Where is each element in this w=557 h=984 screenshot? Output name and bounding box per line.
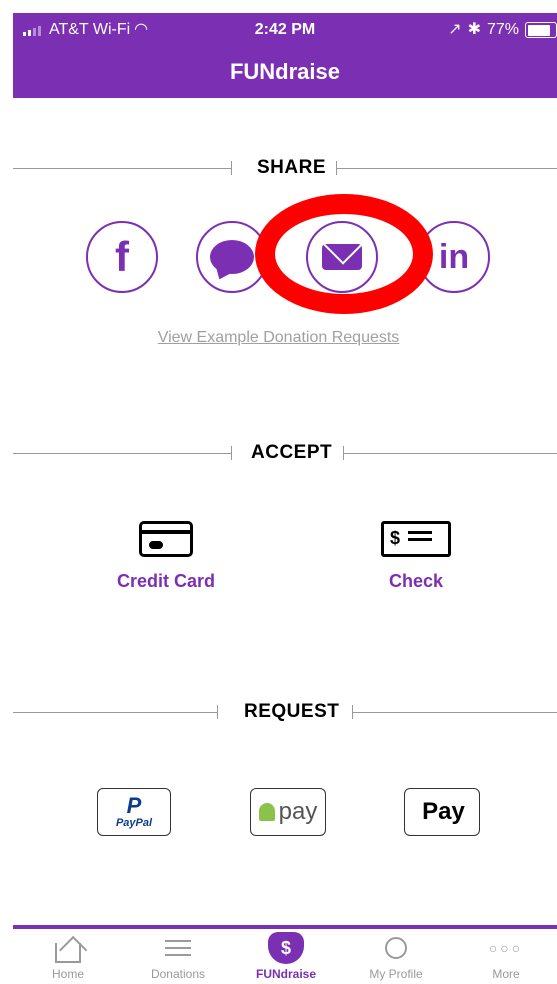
check-icon: $ [381,521,451,557]
paypal-badge[interactable]: P PayPal [97,788,171,836]
check-option[interactable]: $ Check [336,521,496,592]
check-lines [408,531,432,545]
divider-left [13,453,231,454]
location-icon: ↗ [448,21,462,38]
more-icon: ○○○ [488,940,524,956]
linkedin-icon: in [438,237,470,276]
battery-percent: 77% [486,21,519,38]
tab-bar: Home Donations $ FUNdraise My Profile ○○… [13,925,557,984]
tab-donations[interactable]: Donations [133,929,223,984]
divider-left [13,712,217,713]
tab-more-label: More [492,967,520,981]
share-header-label: SHARE [257,157,327,178]
dollar-sign: $ [390,528,401,548]
facebook-icon: f [115,233,129,280]
status-right: ↗ ✱ 77% [448,13,557,47]
divider-right [336,168,557,169]
credit-card-label: Credit Card [116,571,215,591]
battery-icon [525,22,557,38]
divider-tick [217,705,218,719]
divider-tick [231,446,232,460]
list-icon [165,935,191,961]
credit-card-option[interactable]: Credit Card [86,521,246,592]
screen: AT&T Wi-Fi ◠ 2:42 PM ↗ ✱ 77% FUNdraise S… [0,0,557,984]
credit-card-icon [139,521,193,557]
view-example-requests-link[interactable]: View Example Donation Requests [0,329,557,347]
paypal-label: PayPal [115,817,153,829]
home-icon [55,943,81,963]
heart-dollar-icon: $ [268,932,304,964]
page-title: FUNdraise [229,59,341,84]
tab-my-profile-label: My Profile [369,967,423,981]
tab-home[interactable]: Home [23,929,113,984]
divider-tick [231,161,232,175]
bluetooth-icon: ✱ [467,21,481,38]
android-icon [258,803,275,821]
accept-header-label: ACCEPT [251,442,333,463]
person-icon [385,937,407,959]
tab-fundraise[interactable]: $ FUNdraise [241,929,331,984]
tab-fundraise-label: FUNdraise [255,967,317,981]
tab-donations-label: Donations [150,967,206,981]
accept-header: ACCEPT [13,438,557,468]
tab-my-profile[interactable]: My Profile [351,929,441,984]
paypal-icon: P [126,793,142,818]
android-pay-badge[interactable]: pay [250,788,326,836]
chat-bubble-icon [210,240,254,274]
request-header: REQUEST [13,697,557,727]
divider-left [13,168,231,169]
check-label: Check [388,571,444,591]
share-header: SHARE [13,153,557,183]
android-pay-label: pay [278,798,318,825]
highlight-ring [255,194,433,314]
facebook-share-button[interactable]: f [86,221,158,293]
divider-right [343,453,557,454]
tab-more[interactable]: ○○○ More [461,929,551,984]
divider-right [352,712,557,713]
apple-pay-label: Pay [422,798,465,825]
status-bar: AT&T Wi-Fi ◠ 2:42 PM ↗ ✱ 77% [13,13,557,47]
tab-home-label: Home [51,967,84,981]
request-header-label: REQUEST [244,701,340,722]
top-bar: AT&T Wi-Fi ◠ 2:42 PM ↗ ✱ 77% FUNdraise [13,13,557,98]
apple-pay-badge[interactable]: Pay [404,788,480,836]
